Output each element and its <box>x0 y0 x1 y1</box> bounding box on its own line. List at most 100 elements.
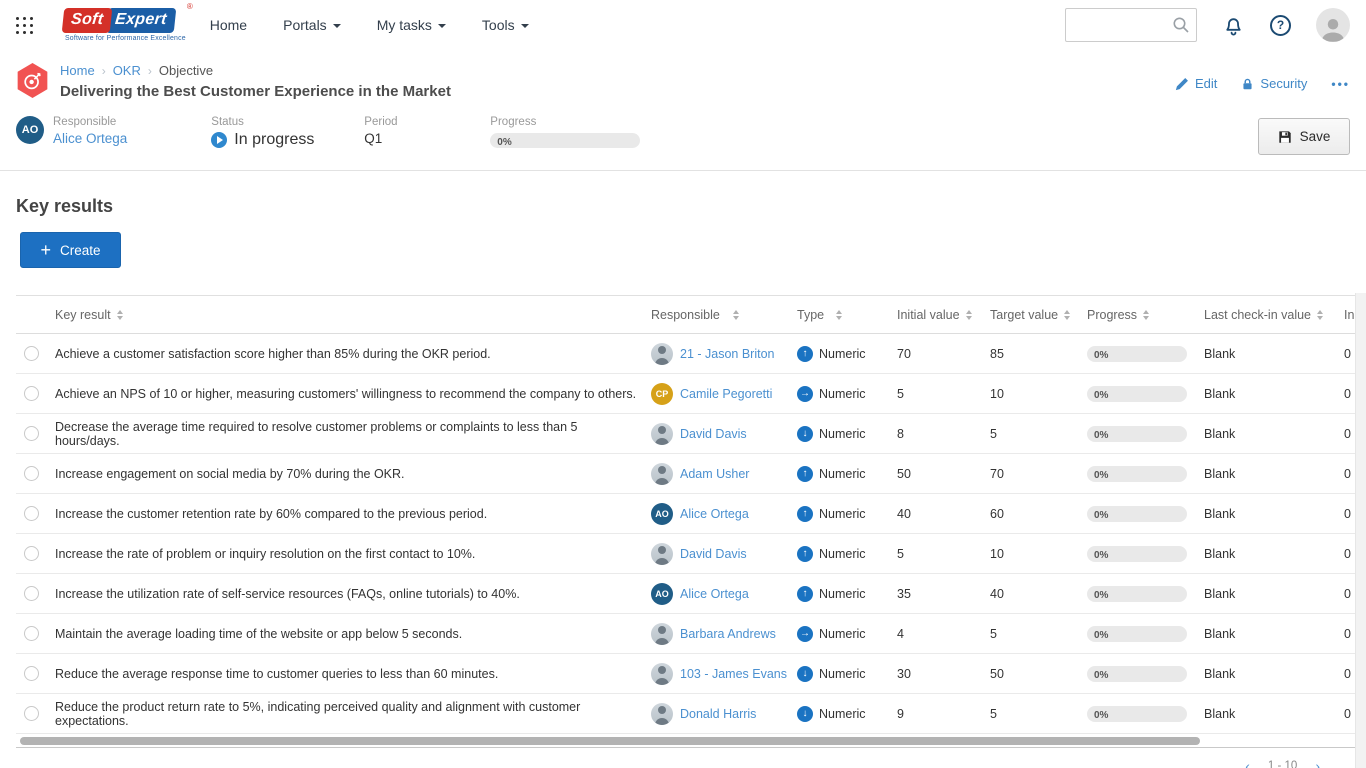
security-button[interactable]: Security <box>1241 76 1307 91</box>
pagination-next-icon[interactable]: › <box>1315 758 1320 768</box>
target-value: 70 <box>990 467 1087 481</box>
responsible-initials-avatar: CP <box>651 383 673 405</box>
nav-tools[interactable]: Tools <box>482 17 529 33</box>
type-up-arrow-icon: ↑ <box>797 466 813 482</box>
sort-icon[interactable] <box>117 310 123 320</box>
progress-label: Progress <box>490 116 640 128</box>
row-radio-button[interactable] <box>24 506 39 521</box>
column-header[interactable]: Key result <box>55 308 111 322</box>
column-header[interactable]: Last check-in value <box>1204 308 1311 322</box>
column-header[interactable]: Progress <box>1087 308 1137 322</box>
table-row: Increase the rate of problem or inquiry … <box>16 534 1366 574</box>
table-row: Increase engagement on social media by 7… <box>16 454 1366 494</box>
chevron-down-icon <box>438 24 446 28</box>
target-value: 5 <box>990 707 1087 721</box>
last-checkin-value: Blank <box>1204 427 1344 441</box>
breadcrumb: Home › OKR › Objective <box>60 63 451 78</box>
row-radio-button[interactable] <box>24 706 39 721</box>
responsible-photo-avatar <box>651 703 673 725</box>
row-radio-button[interactable] <box>24 386 39 401</box>
responsible-link[interactable]: 21 - Jason Briton <box>680 347 775 361</box>
responsible-link[interactable]: 103 - James Evans <box>680 667 787 681</box>
row-radio-button[interactable] <box>24 626 39 641</box>
row-radio-button[interactable] <box>24 666 39 681</box>
column-header[interactable]: In <box>1344 308 1354 322</box>
save-button[interactable]: Save <box>1258 118 1350 155</box>
create-button[interactable]: + Create <box>20 232 121 268</box>
row-radio-button[interactable] <box>24 546 39 561</box>
logo-tagline: Software for Performance Excellence <box>63 35 186 42</box>
progress-value: 0% <box>490 137 511 148</box>
column-header[interactable]: Initial value <box>897 308 960 322</box>
notifications-bell-icon[interactable] <box>1222 14 1245 37</box>
initial-value: 5 <box>897 547 990 561</box>
help-icon[interactable]: ? <box>1270 15 1291 36</box>
row-radio-button[interactable] <box>24 586 39 601</box>
row-progress-value: 0% <box>1087 470 1108 481</box>
table-row: Achieve an NPS of 10 or higher, measurin… <box>16 374 1366 414</box>
sort-icon[interactable] <box>733 310 739 320</box>
sort-icon[interactable] <box>966 310 972 320</box>
horizontal-scrollbar[interactable] <box>16 734 1366 747</box>
responsible-link[interactable]: Barbara Andrews <box>680 627 776 641</box>
sort-icon[interactable] <box>836 310 842 320</box>
type-label: Numeric <box>819 627 866 641</box>
row-progress-bar: 0% <box>1087 666 1187 682</box>
target-value: 60 <box>990 507 1087 521</box>
more-actions-button[interactable]: ••• <box>1331 77 1350 91</box>
softexpert-logo[interactable]: Soft Expert ® Software for Performance E… <box>63 8 186 42</box>
breadcrumb-okr[interactable]: OKR <box>113 63 141 78</box>
sort-icon[interactable] <box>1064 310 1070 320</box>
scrollbar-thumb[interactable] <box>20 737 1200 745</box>
type-label: Numeric <box>819 427 866 441</box>
last-checkin-value: Blank <box>1204 347 1344 361</box>
key-result-text: Decrease the average time required to re… <box>55 420 651 448</box>
responsible-link[interactable]: Alice Ortega <box>53 131 127 146</box>
edit-button[interactable]: Edit <box>1175 76 1217 91</box>
responsible-link[interactable]: Adam Usher <box>680 467 749 481</box>
initial-value: 30 <box>897 667 990 681</box>
row-progress-bar: 0% <box>1087 706 1187 722</box>
nav-my-tasks[interactable]: My tasks <box>377 17 446 33</box>
chevron-down-icon <box>333 24 341 28</box>
user-avatar[interactable] <box>1316 8 1350 42</box>
column-header[interactable]: Type <box>797 308 824 322</box>
breadcrumb-objective: Objective <box>159 63 213 78</box>
nav-home[interactable]: Home <box>210 17 247 33</box>
type-right-arrow-icon: → <box>797 386 813 402</box>
vertical-scrollbar-track[interactable] <box>1355 293 1366 768</box>
initial-value: 70 <box>897 347 990 361</box>
responsible-link[interactable]: Alice Ortega <box>680 587 749 601</box>
in-progress-icon <box>211 132 227 148</box>
row-radio-button[interactable] <box>24 346 39 361</box>
responsible-link[interactable]: Alice Ortega <box>680 507 749 521</box>
column-header[interactable]: Target value <box>990 308 1058 322</box>
responsible-link[interactable]: David Davis <box>680 547 747 561</box>
breadcrumb-home[interactable]: Home <box>60 63 95 78</box>
type-label: Numeric <box>819 587 866 601</box>
period-value: Q1 <box>364 131 490 146</box>
row-progress-bar: 0% <box>1087 626 1187 642</box>
type-label: Numeric <box>819 387 866 401</box>
responsible-link[interactable]: Donald Harris <box>680 707 756 721</box>
sort-icon[interactable] <box>1317 310 1323 320</box>
table-bottom-border <box>16 747 1366 748</box>
nav-portals[interactable]: Portals <box>283 17 341 33</box>
responsible-link[interactable]: Camile Pegoretti <box>680 387 772 401</box>
responsible-photo-avatar <box>651 423 673 445</box>
row-radio-button[interactable] <box>24 466 39 481</box>
logo-part-expert: Expert <box>106 8 176 33</box>
target-value: 5 <box>990 627 1087 641</box>
search-icon[interactable] <box>1172 16 1190 39</box>
app-grid-icon[interactable] <box>16 17 33 34</box>
row-radio-button[interactable] <box>24 426 39 441</box>
table-row: Decrease the average time required to re… <box>16 414 1366 454</box>
responsible-link[interactable]: David Davis <box>680 427 747 441</box>
column-header[interactable]: Responsible <box>651 308 720 322</box>
pagination-prev-icon[interactable]: ‹ <box>1245 758 1250 768</box>
save-floppy-icon <box>1278 130 1292 144</box>
table-row: Increase the customer retention rate by … <box>16 494 1366 534</box>
key-result-text: Reduce the product return rate to 5%, in… <box>55 700 651 728</box>
breadcrumb-separator: › <box>148 64 152 78</box>
sort-icon[interactable] <box>1143 310 1149 320</box>
